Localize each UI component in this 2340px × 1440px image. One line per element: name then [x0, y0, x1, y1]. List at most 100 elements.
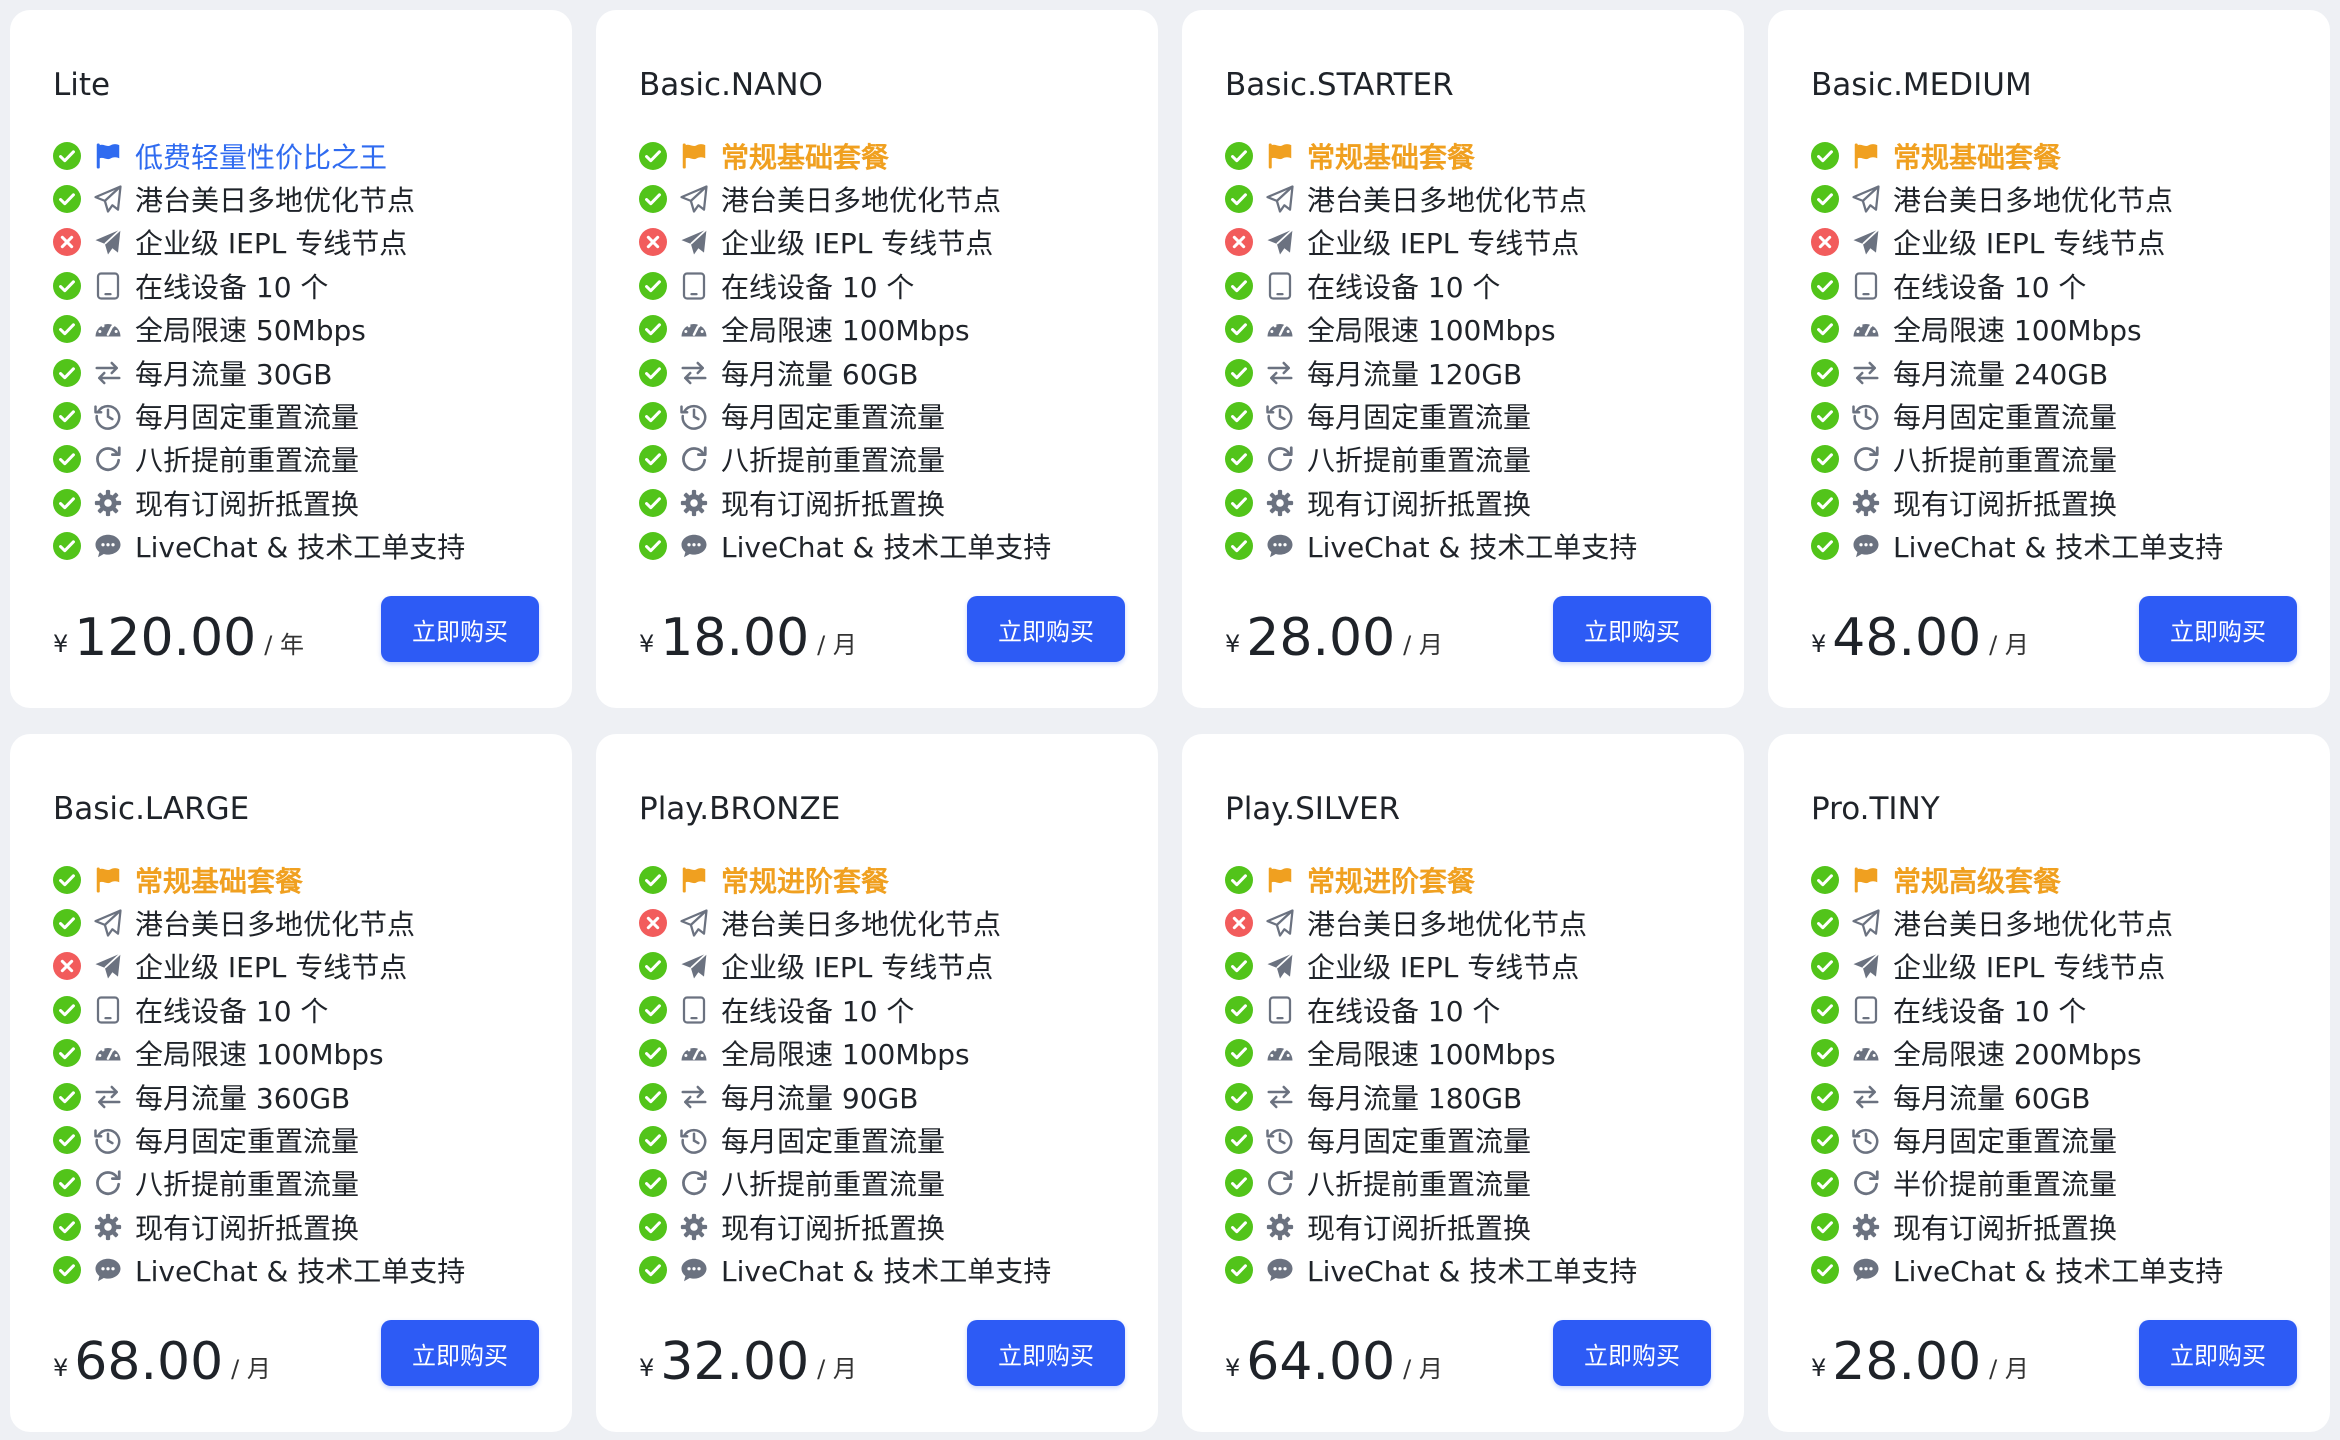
feature-item: 现有订阅折抵置换	[1811, 481, 2330, 524]
feature-item: 港台美日多地优化节点	[1225, 177, 1744, 220]
chat-icon	[93, 531, 123, 561]
cross-circle-icon	[639, 909, 667, 938]
feature-text: LiveChat & 技术工单支持	[1893, 531, 2224, 565]
feature-list: 常规高级套餐 港台美日多地优化节点 企业级 IEPL 专线节点 在线设备 10 …	[1811, 858, 2330, 1292]
feature-text: 在线设备 10 个	[135, 994, 329, 1028]
feature-item: 八折提前重置流量	[639, 438, 1158, 481]
buy-button[interactable]: 立即购买	[1553, 596, 1711, 662]
buy-button[interactable]: 立即购买	[381, 1320, 539, 1386]
check-circle-icon	[639, 488, 667, 517]
currency-symbol: ¥	[1225, 630, 1241, 658]
buy-button[interactable]: 立即购买	[1553, 1320, 1711, 1386]
check-circle-icon	[639, 141, 667, 170]
redo-icon	[679, 444, 709, 474]
check-circle-icon	[639, 1256, 667, 1285]
check-circle-icon	[639, 358, 667, 387]
chat-icon	[93, 1255, 123, 1285]
check-circle-icon	[1225, 995, 1253, 1024]
feature-text: 企业级 IEPL 专线节点	[1307, 951, 1580, 985]
feature-item: 常规进阶套餐	[639, 858, 1158, 901]
check-circle-icon	[1225, 865, 1253, 894]
check-circle-icon	[1811, 865, 1839, 894]
feature-text: 企业级 IEPL 专线节点	[721, 951, 994, 985]
feature-text: 企业级 IEPL 专线节点	[721, 227, 994, 261]
feature-item: 常规基础套餐	[1225, 134, 1744, 177]
feature-text: 企业级 IEPL 专线节点	[1307, 227, 1580, 261]
gear-icon	[679, 1212, 709, 1242]
feature-text: 每月流量 90GB	[721, 1081, 919, 1115]
feature-list: 常规基础套餐 港台美日多地优化节点 企业级 IEPL 专线节点 在线设备 10 …	[1811, 134, 2330, 568]
feature-text: 常规高级套餐	[1893, 864, 2062, 898]
check-circle-icon	[53, 1256, 81, 1285]
cross-circle-icon	[1225, 909, 1253, 938]
feature-text: 常规基础套餐	[721, 140, 890, 174]
cross-circle-icon	[1225, 228, 1253, 257]
cross-circle-icon	[53, 952, 81, 981]
price-period: / 月	[817, 631, 857, 659]
exchange-icon	[1265, 1082, 1295, 1112]
check-circle-icon	[1811, 358, 1839, 387]
check-circle-icon	[639, 1212, 667, 1241]
feature-item: 八折提前重置流量	[1225, 1162, 1744, 1205]
check-circle-icon	[639, 315, 667, 344]
check-circle-icon	[53, 358, 81, 387]
redo-icon	[93, 1168, 123, 1198]
feature-list: 常规基础套餐 港台美日多地优化节点 企业级 IEPL 专线节点 在线设备 10 …	[639, 134, 1158, 568]
paper-plane-outline-icon	[679, 184, 709, 214]
price-amount: 28.00	[1246, 608, 1396, 668]
feature-item: LiveChat & 技术工单支持	[639, 525, 1158, 568]
check-circle-icon	[639, 995, 667, 1024]
buy-button[interactable]: 立即购买	[967, 596, 1125, 662]
paper-plane-solid-icon	[93, 227, 123, 257]
feature-item: 全局限速 100Mbps	[1811, 308, 2330, 351]
flag-icon	[1851, 141, 1881, 171]
history-icon	[1265, 1125, 1295, 1155]
feature-text: 在线设备 10 个	[1307, 994, 1501, 1028]
history-icon	[679, 1125, 709, 1155]
tablet-icon	[1851, 271, 1881, 301]
feature-text: 每月固定重置流量	[1307, 1125, 1532, 1159]
feature-text: 每月固定重置流量	[1307, 401, 1532, 435]
redo-icon	[1265, 444, 1295, 474]
buy-button[interactable]: 立即购买	[967, 1320, 1125, 1386]
flag-icon	[1851, 865, 1881, 895]
paper-plane-solid-icon	[1851, 951, 1881, 981]
check-circle-icon	[1225, 271, 1253, 300]
feature-text: 现有订阅折抵置换	[135, 487, 360, 521]
plan-title: Play.SILVER	[1225, 791, 1401, 827]
plan-card: Basic.LARGE 常规基础套餐 港台美日多地优化节点 企业级 IEPL 专…	[10, 734, 572, 1432]
price-amount: 48.00	[1832, 608, 1982, 668]
feature-item: 每月流量 60GB	[639, 351, 1158, 394]
feature-text: 八折提前重置流量	[1893, 444, 2118, 478]
feature-item: 现有订阅折抵置换	[639, 1205, 1158, 1248]
buy-button[interactable]: 立即购买	[2139, 1320, 2297, 1386]
price-period: / 月	[1989, 1355, 2029, 1383]
buy-button[interactable]: 立即购买	[381, 596, 539, 662]
tablet-icon	[679, 995, 709, 1025]
currency-symbol: ¥	[639, 1354, 655, 1382]
feature-text: LiveChat & 技术工单支持	[1893, 1255, 2224, 1289]
feature-item: LiveChat & 技术工单支持	[1225, 525, 1744, 568]
check-circle-icon	[53, 402, 81, 431]
paper-plane-solid-icon	[1265, 951, 1295, 981]
plan-title: Play.BRONZE	[639, 791, 841, 827]
feature-item: 企业级 IEPL 专线节点	[1225, 221, 1744, 264]
cross-circle-icon	[1811, 228, 1839, 257]
feature-item: 现有订阅折抵置换	[53, 1205, 572, 1248]
feature-text: 港台美日多地优化节点	[721, 184, 1002, 218]
feature-item: 全局限速 100Mbps	[1225, 1032, 1744, 1075]
check-circle-icon	[53, 445, 81, 474]
paper-plane-solid-icon	[1265, 227, 1295, 257]
feature-item: 每月流量 60GB	[1811, 1075, 2330, 1118]
redo-icon	[1265, 1168, 1295, 1198]
check-circle-icon	[1225, 1256, 1253, 1285]
feature-text: 八折提前重置流量	[1307, 444, 1532, 478]
feature-text: 每月流量 120GB	[1307, 357, 1523, 391]
speedometer-icon	[1265, 1038, 1295, 1068]
history-icon	[93, 1125, 123, 1155]
feature-item: 全局限速 100Mbps	[53, 1032, 572, 1075]
buy-button[interactable]: 立即购买	[2139, 596, 2297, 662]
flag-icon	[1265, 141, 1295, 171]
feature-item: 每月固定重置流量	[1225, 1118, 1744, 1161]
speedometer-icon	[1851, 314, 1881, 344]
